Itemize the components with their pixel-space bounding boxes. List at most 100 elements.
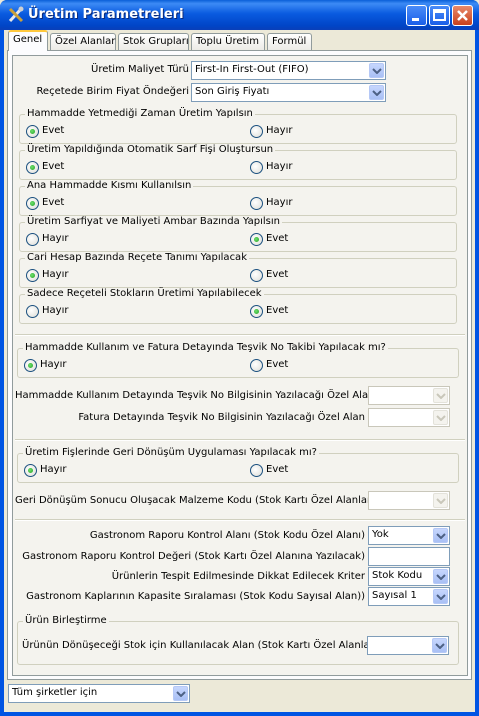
radio-label: Evet [266,233,289,244]
group-title: Hammadde Kullanım ve Fatura Detayında Te… [23,342,388,353]
company-scope-select[interactable]: Tüm şirketler için [8,684,190,703]
gastro-control-value-label: Gastronom Raporu Kontrol Değeri (Stok Ka… [22,551,365,562]
radio-label: Evet [42,197,65,208]
gastro-control-field-select[interactable]: Yok [368,526,450,545]
price-default-label: Reçetede Birim Fiyat Öndeğeri [36,86,189,97]
app-window: Üretim Parametreleri Genel Özel Alanlar … [0,0,479,716]
radio-label: Hayır [266,161,293,172]
group-title: Ana Hammadde Kısmı Kullanılsın [25,180,194,191]
chevron-down-icon[interactable] [433,528,448,543]
company-scope-value: Tüm şirketler için [12,687,98,698]
window-title: Üretim Parametreleri [28,7,184,22]
group-title: Sadece Reçeteli Stokların Üretimi Yapıla… [25,288,264,299]
tab-ozel-alanlar[interactable]: Özel Alanlar [50,33,116,50]
radio-label: Hayır [266,125,293,136]
incentive-usage-select[interactable] [368,386,450,405]
tab-formul[interactable]: Formül [267,33,312,50]
recycle-code-label: Geri Dönüşüm Sonucu Oluşacak Malzeme Kod… [15,495,378,506]
maximize-button[interactable] [429,5,450,26]
group-product-merge: Ürün Birleştirme Ürünün Dönüşeceği Stok … [17,615,459,665]
group-title: Hammadde Yetmediği Zaman Üretim Yapılsın [25,108,255,119]
radio-dot[interactable] [250,269,263,282]
settings-panel: Üretim Maliyet Türü First-In First-Out (… [12,55,468,676]
radio-label: Evet [266,305,289,316]
chevron-down-icon[interactable] [369,63,384,78]
chevron-down-icon[interactable] [433,493,448,508]
radio-dot[interactable] [250,359,263,372]
radio-dot[interactable] [250,197,263,210]
chevron-down-icon[interactable] [433,569,448,584]
price-default-select[interactable]: Son Giriş Fiyatı [191,83,386,102]
incentive-invoice-select[interactable] [368,408,450,427]
radio-dot[interactable] [26,233,39,246]
tab-genel[interactable]: Genel [8,30,48,51]
radio-label: Evet [42,125,65,136]
title-bar[interactable]: Üretim Parametreleri [0,0,479,30]
tab-toplu-uretim[interactable]: Toplu Üretim [191,33,265,50]
radio-dot[interactable] [26,125,39,138]
radio-label: Hayır [42,233,69,244]
radio-label: Hayır [40,359,67,370]
minimize-icon [412,18,419,21]
group-title: Üretim Yapıldığında Otomatik Sarf Fişi O… [25,144,276,155]
radio-dot[interactable] [24,359,37,372]
group-title: Üretim Fişlerinde Geri Dönüşüm Uygulamas… [23,447,319,458]
chevron-down-icon[interactable] [433,410,448,425]
cost-method-label: Üretim Maliyet Türü [91,64,189,75]
separator [15,519,465,521]
minimize-button[interactable] [406,5,427,26]
radio-dot[interactable] [250,125,263,138]
close-icon [457,10,468,21]
radio-dot[interactable] [250,464,263,477]
tab-panel-genel: Üretim Maliyet Türü First-In First-Out (… [7,50,472,680]
radio-label: Hayır [42,269,69,280]
tab-stok-gruplari[interactable]: Stok Grupları [118,33,189,50]
radio-dot[interactable] [26,305,39,318]
merge-field-select[interactable] [367,636,449,655]
group-title: Üretim Sarfiyat ve Maliyeti Ambar Bazınd… [25,216,282,227]
gastro-criteria-value: Stok Kodu [372,570,423,581]
radio-label: Evet [266,464,289,475]
cost-method-value: First-In First-Out (FIFO) [195,64,309,75]
chevron-down-icon[interactable] [369,85,384,100]
radio-dot[interactable] [26,161,39,174]
gastro-control-field-value: Yok [372,529,389,540]
price-default-value: Son Giriş Fiyatı [195,86,270,97]
cost-method-select[interactable]: First-In First-Out (FIFO) [191,61,386,80]
gastro-criteria-label: Ürünlerin Tespit Edilmesinde Dikkat Edil… [111,571,365,582]
group-recycle: Üretim Fişlerinde Geri Dönüşüm Uygulamas… [17,447,459,483]
radio-dot[interactable] [250,305,263,318]
group-account-recipe: Cari Hesap Bazında Reçete Tanımı Yapılac… [19,252,457,288]
incentive-invoice-label: Fatura Detayında Teşvik No Bilgisinin Ya… [78,412,365,423]
radio-label: Evet [42,161,65,172]
chevron-down-icon[interactable] [432,638,447,653]
gastro-criteria-select[interactable]: Stok Kodu [368,567,450,586]
gastro-capacity-select[interactable]: Sayısal 1 [368,587,450,606]
group-main-material: Ana Hammadde Kısmı Kullanılsın Evet Hayı… [19,180,457,216]
radio-dot[interactable] [26,269,39,282]
client-area: Genel Özel Alanlar Stok Grupları Toplu Ü… [4,30,475,712]
radio-dot[interactable] [24,464,37,477]
recycle-code-select[interactable] [368,491,450,510]
radio-label: Hayır [42,305,69,316]
chevron-down-icon[interactable] [433,589,448,604]
tools-icon [8,6,24,23]
separator [15,439,465,441]
radio-label: Hayır [266,197,293,208]
radio-dot[interactable] [250,233,263,246]
radio-dot[interactable] [250,161,263,174]
radio-label: Evet [266,359,289,370]
gastro-capacity-value: Sayısal 1 [372,590,417,601]
chevron-down-icon[interactable] [433,388,448,403]
radio-label: Evet [266,269,289,280]
gastro-capacity-label: Gastronom Kaplarının Kapasite Sıralaması… [26,591,365,602]
gastro-control-value-input[interactable] [368,547,450,566]
gastro-control-field-label: Gastronom Raporu Kontrol Alanı (Stok Kod… [89,530,365,541]
group-title: Cari Hesap Bazında Reçete Tanımı Yapılac… [25,252,249,263]
radio-dot[interactable] [26,197,39,210]
separator [15,334,465,336]
close-button[interactable] [452,5,473,26]
group-auto-consumption: Üretim Yapıldığında Otomatik Sarf Fişi O… [19,144,457,180]
chevron-down-icon[interactable] [173,686,188,701]
group-warehouse-based: Üretim Sarfiyat ve Maliyeti Ambar Bazınd… [19,216,457,252]
